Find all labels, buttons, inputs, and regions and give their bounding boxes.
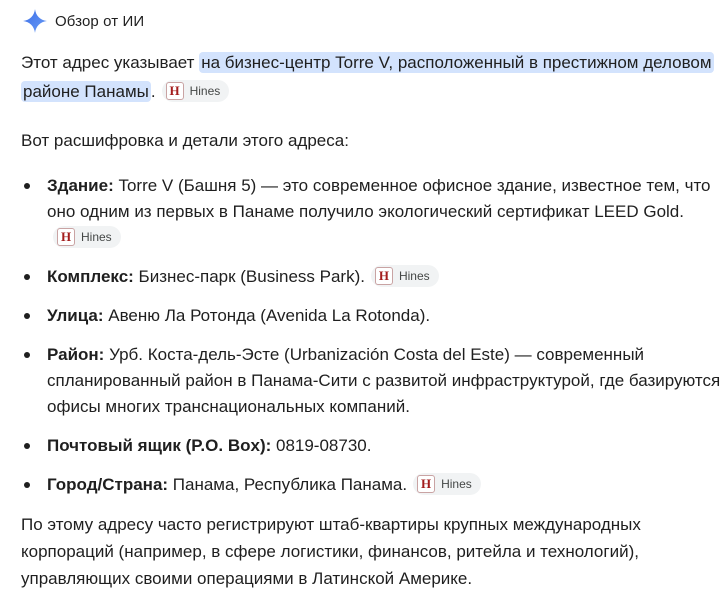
detail-text: Урб. Коста-дель-Эсте (Urbanización Costa… (47, 345, 721, 416)
detail-term: Улица: (47, 306, 104, 325)
source-chip[interactable]: H Hines (370, 264, 439, 287)
detail-text: 0819-08730. (271, 436, 372, 455)
detail-text: Torre V (Башня 5) — это современное офис… (47, 176, 711, 221)
ai-overview-panel: Обзор от ИИ Этот адрес указывает на бизн… (21, 6, 721, 609)
source-chip-label: Hines (81, 229, 112, 244)
detail-term: Район: (47, 345, 105, 364)
list-item: Район: Урб. Коста-дель-Эсте (Urbanizació… (21, 342, 721, 420)
detail-term: Здание: (47, 176, 114, 195)
detail-text: Панама, Республика Панама. (168, 475, 408, 494)
hines-logo-icon: H (165, 81, 184, 100)
intro-text-after: . (150, 82, 156, 101)
gemini-sparkle-icon (23, 9, 47, 33)
source-chip-label: Hines (441, 476, 472, 491)
source-chip-label: Hines (189, 83, 221, 98)
intro-text-before: Этот адрес указывает (21, 53, 200, 72)
detail-term: Комплекс: (47, 267, 134, 286)
hines-logo-icon: H (417, 474, 436, 493)
list-item: Почтовый ящик (P.O. Box): 0819-08730. (21, 433, 721, 459)
list-item: Здание: Torre V (Башня 5) — это современ… (21, 173, 721, 251)
source-chip[interactable]: H Hines (161, 79, 230, 102)
list-item: Улица: Авеню Ла Ротонда (Avenida La Roto… (21, 303, 721, 329)
ai-overview-header: Обзор от ИИ (21, 6, 721, 36)
detail-text: Авеню Ла Ротонда (Avenida La Rotonda). (103, 306, 431, 325)
outro-paragraph: По этому адресу часто регистрируют штаб-… (21, 515, 641, 588)
source-chip[interactable]: H Hines (53, 225, 121, 248)
source-chip[interactable]: H Hines (413, 472, 481, 495)
intro-paragraph: Этот адрес указывает на бизнес-центр Tor… (21, 48, 721, 106)
detail-text: Бизнес-парк (Business Park). (133, 267, 365, 286)
details-subheading: Вот расшифровка и детали этого адреса: (21, 131, 349, 150)
hines-logo-icon: H (374, 266, 393, 285)
detail-term: Город/Страна: (47, 475, 169, 494)
detail-term: Почтовый ящик (P.O. Box): (47, 436, 272, 455)
hines-logo-icon: H (57, 227, 75, 246)
list-item: Комплекс: Бизнес-парк (Business Park). H H… (21, 264, 721, 290)
source-chip-label: Hines (398, 268, 430, 283)
details-list: Здание: Torre V (Башня 5) — это современ… (21, 173, 721, 498)
ai-overview-title: Обзор от ИИ (55, 12, 145, 30)
list-item: Город/Страна: Панама, Республика Панама.… (21, 472, 721, 498)
